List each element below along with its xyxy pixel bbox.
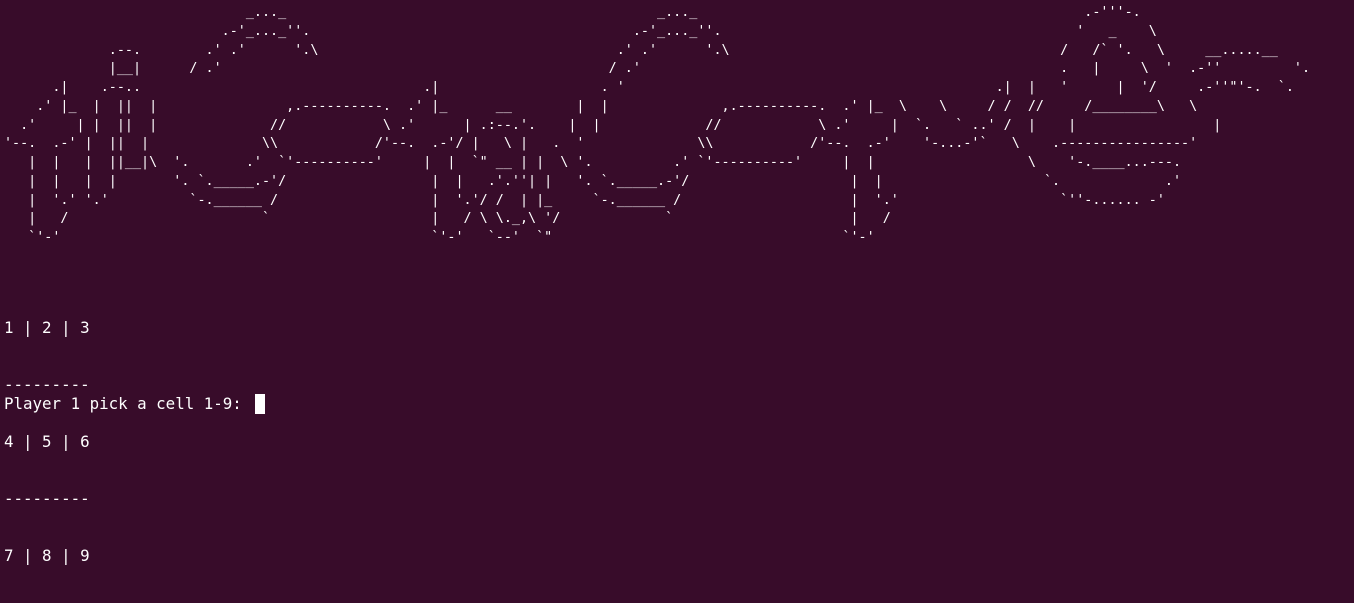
board-divider: --------- (4, 375, 90, 394)
board-row: 1 | 2 | 3 (4, 318, 90, 337)
input-prompt-line[interactable]: Player 1 pick a cell 1-9: (4, 393, 266, 414)
prompt-text: Player 1 pick a cell 1-9: (4, 394, 252, 413)
terminal-window[interactable]: _..._ _..._ .-'''-. .-'_..._''. .-'_..._… (0, 0, 1354, 565)
board-row: 4 | 5 | 6 (4, 432, 90, 451)
board-row: 7 | 8 | 9 (4, 546, 90, 565)
ascii-art-banner: _..._ _..._ .-'''-. .-'_..._''. .-'_..._… (4, 5, 1311, 245)
text-cursor[interactable] (255, 393, 266, 414)
board-divider: --------- (4, 489, 90, 508)
tic-tac-toe-board: 1 | 2 | 3 --------- 4 | 5 | 6 --------- … (4, 280, 90, 603)
